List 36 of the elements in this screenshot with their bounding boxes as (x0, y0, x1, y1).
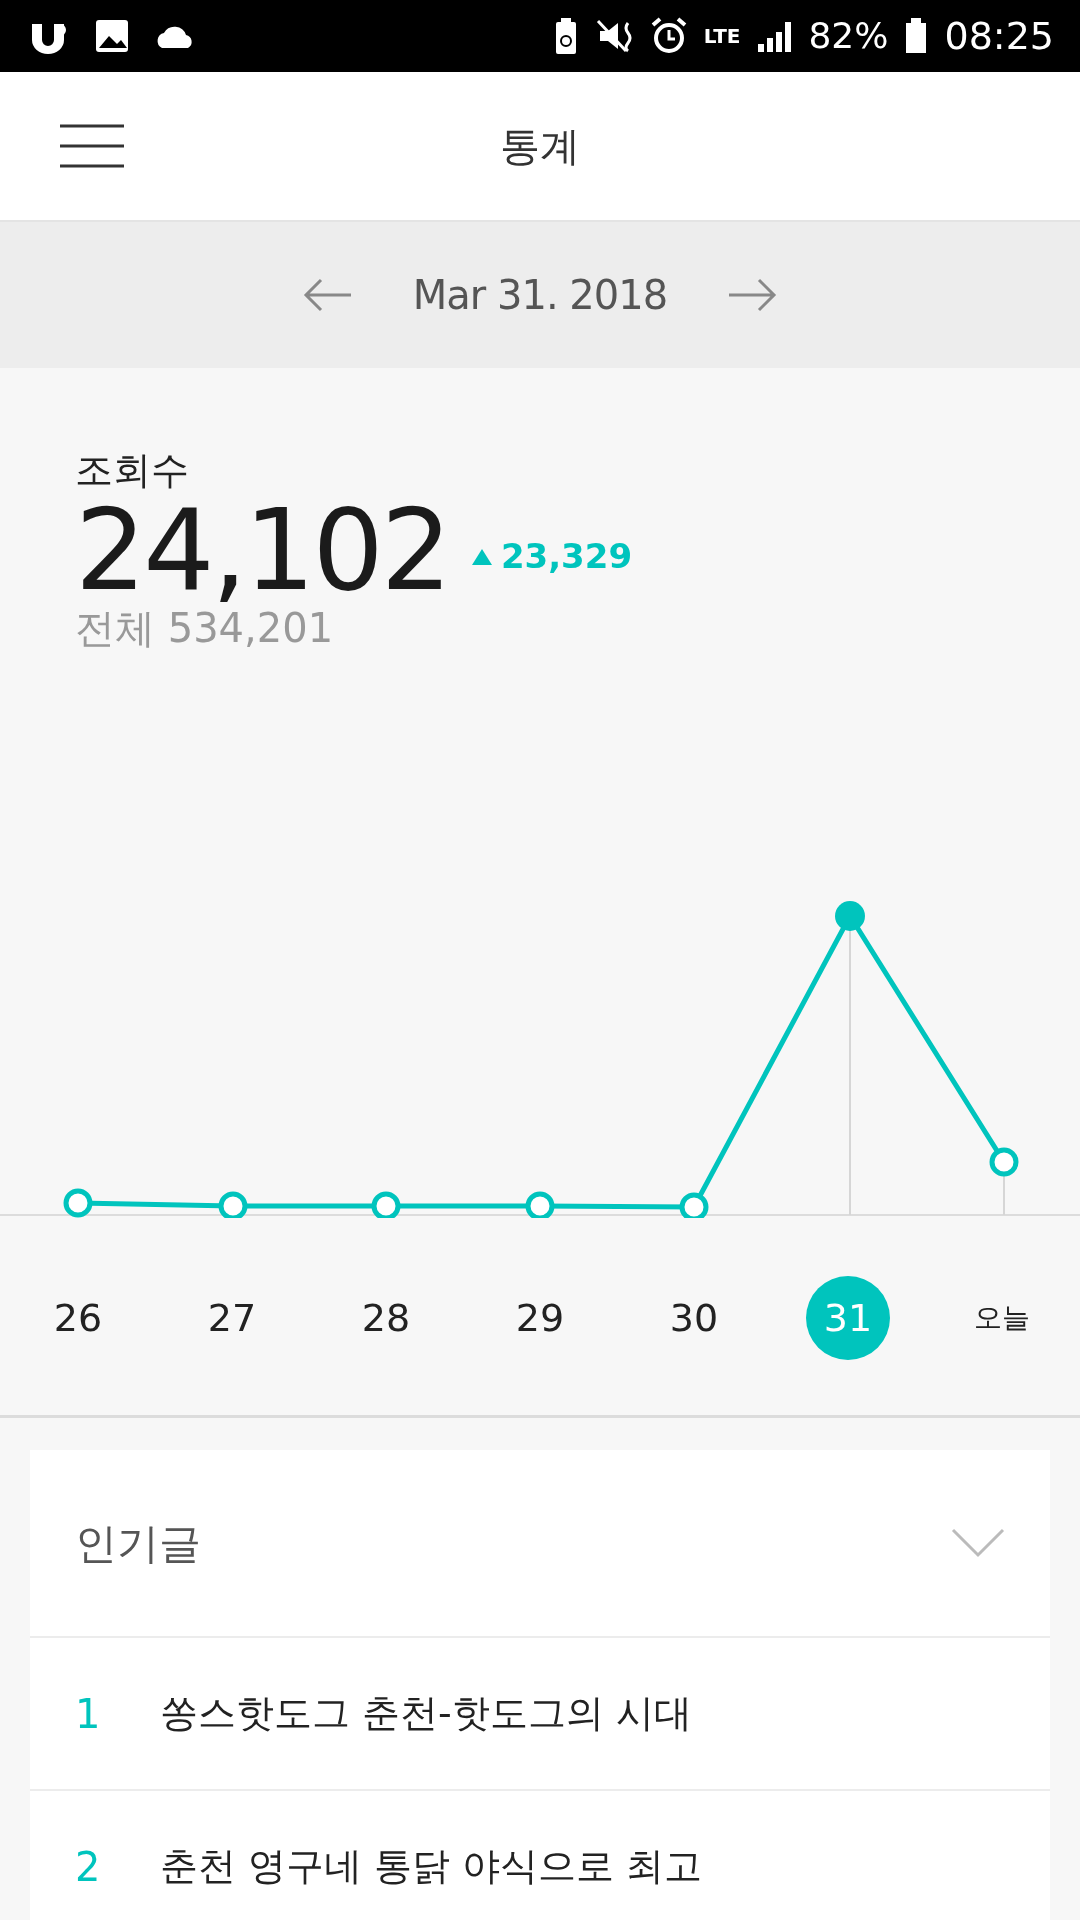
day-tab[interactable]: 27 (190, 1276, 274, 1360)
chart-point (218, 1191, 248, 1218)
chart-point (63, 1188, 93, 1218)
stat-label: 조회수 (75, 448, 189, 494)
view-count: 24,102 (75, 493, 449, 606)
chart-point (989, 1147, 1019, 1177)
menu-button[interactable] (58, 122, 126, 170)
image-icon (94, 18, 130, 54)
page-title: 통계 (500, 122, 580, 171)
next-date-button[interactable] (727, 278, 778, 312)
date-label: Mar 31. 2018 (412, 271, 668, 320)
chart-point (835, 901, 865, 931)
rank-number: 1 (75, 1689, 102, 1739)
day-tab[interactable]: 오늘 (960, 1276, 1044, 1360)
up-triangle-icon (470, 547, 493, 566)
day-tab[interactable]: 26 (36, 1276, 120, 1360)
clock: 08:25 (944, 12, 1054, 60)
battery-percent: 82% (808, 14, 889, 58)
day-tab[interactable]: 30 (652, 1276, 736, 1360)
rank-number: 2 (75, 1842, 102, 1892)
chart-point (679, 1192, 709, 1218)
total-views: 전체 534,201 (75, 605, 334, 650)
previous-date-button[interactable] (302, 278, 353, 312)
post-title[interactable]: 쏭스핫도그 춘천-핫도그의 시대 (160, 1685, 692, 1742)
chart-point (371, 1191, 401, 1218)
view-change: 23,329 (470, 531, 633, 583)
post-title[interactable]: 춘천 영구네 통닭 야식으로 최고 (160, 1838, 703, 1895)
day-tab[interactable]: 28 (344, 1276, 428, 1360)
expand-button[interactable] (951, 1528, 1005, 1558)
section-title: 인기글 (75, 1517, 201, 1570)
chart-point (525, 1191, 555, 1218)
network-type: LTE (703, 26, 741, 46)
vibrate-icon (595, 17, 634, 55)
alarm-icon (649, 17, 688, 55)
battery-icon (904, 17, 929, 55)
day-tab[interactable]: 29 (498, 1276, 582, 1360)
